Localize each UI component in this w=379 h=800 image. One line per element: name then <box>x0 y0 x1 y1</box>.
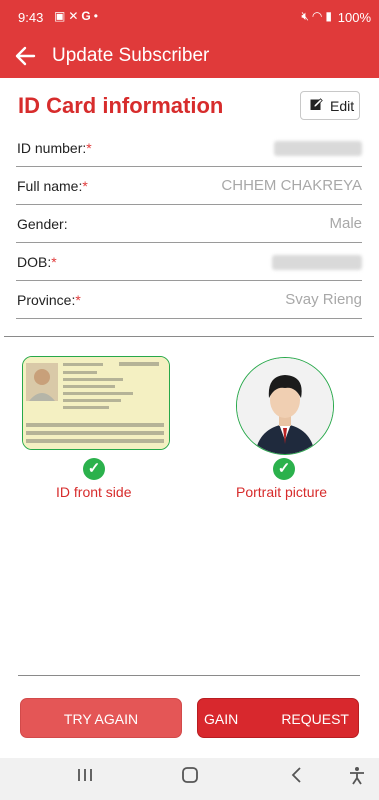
back-arrow-icon[interactable] <box>10 39 40 73</box>
edit-label: Edit <box>330 98 355 114</box>
section-divider <box>4 336 374 337</box>
mute-icon: 🔇︎ <box>301 9 312 23</box>
field-label: Full name:* <box>17 178 88 194</box>
status-bar: 9:43 ▣✕G• 🔇︎◠▮ 100% <box>0 0 379 34</box>
edit-button[interactable]: Edit <box>300 91 360 120</box>
google-icon: G <box>81 9 94 23</box>
signal-icon: ▮ <box>325 9 335 23</box>
field-id-number[interactable]: ID number:* <box>16 129 362 167</box>
id-front-image[interactable] <box>22 356 170 450</box>
try-again-button[interactable]: TRY AGAIN <box>20 698 182 738</box>
status-time: 9:43 <box>18 10 44 25</box>
field-label: DOB:* <box>17 254 57 270</box>
accessibility-icon[interactable] <box>342 766 372 791</box>
notification-icons: ▣✕G• <box>54 9 101 23</box>
overlapping-label: GAIN <box>204 711 239 727</box>
portrait-caption: Portrait picture <box>236 484 328 500</box>
footer-divider <box>18 675 360 676</box>
system-icons: 🔇︎◠▮ <box>301 9 335 24</box>
wifi-icon: ◠ <box>311 9 326 23</box>
field-label: Province:* <box>17 292 81 308</box>
dot-icon: • <box>93 9 101 23</box>
page-title: Update Subscriber <box>52 45 210 66</box>
section-title: ID Card information <box>18 93 224 118</box>
edit-icon <box>310 98 323 111</box>
request-button[interactable]: GAIN REQUEST <box>197 698 359 738</box>
app-bar: Update Subscriber <box>0 34 379 78</box>
missed-call-icon: ✕ <box>68 9 82 23</box>
system-nav-bar <box>0 758 379 800</box>
back-icon[interactable] <box>282 766 312 789</box>
field-value: CHHEM CHAKREYA <box>221 177 362 194</box>
redacted-value <box>274 141 362 156</box>
redacted-value <box>272 255 362 270</box>
field-label: ID number:* <box>17 140 92 156</box>
field-full-name[interactable]: Full name:* CHHEM CHAKREYA <box>16 167 362 205</box>
field-province[interactable]: Province:* Svay Rieng <box>16 281 362 319</box>
portrait-check-icon: ✓ <box>273 458 295 480</box>
field-label: Gender: <box>17 216 68 232</box>
battery-level: 100% <box>337 10 371 25</box>
field-value: Svay Rieng <box>285 291 362 308</box>
field-dob[interactable]: DOB:* <box>16 243 362 281</box>
gallery-icon: ▣ <box>54 9 69 23</box>
portrait-image[interactable] <box>236 357 334 455</box>
recents-icon[interactable] <box>70 766 100 789</box>
request-label: REQUEST <box>281 711 349 727</box>
field-gender[interactable]: Gender: Male <box>16 205 362 243</box>
id-front-caption: ID front side <box>56 484 132 500</box>
home-icon[interactable] <box>175 766 205 789</box>
id-front-check-icon: ✓ <box>83 458 105 480</box>
field-value: Male <box>329 215 362 232</box>
